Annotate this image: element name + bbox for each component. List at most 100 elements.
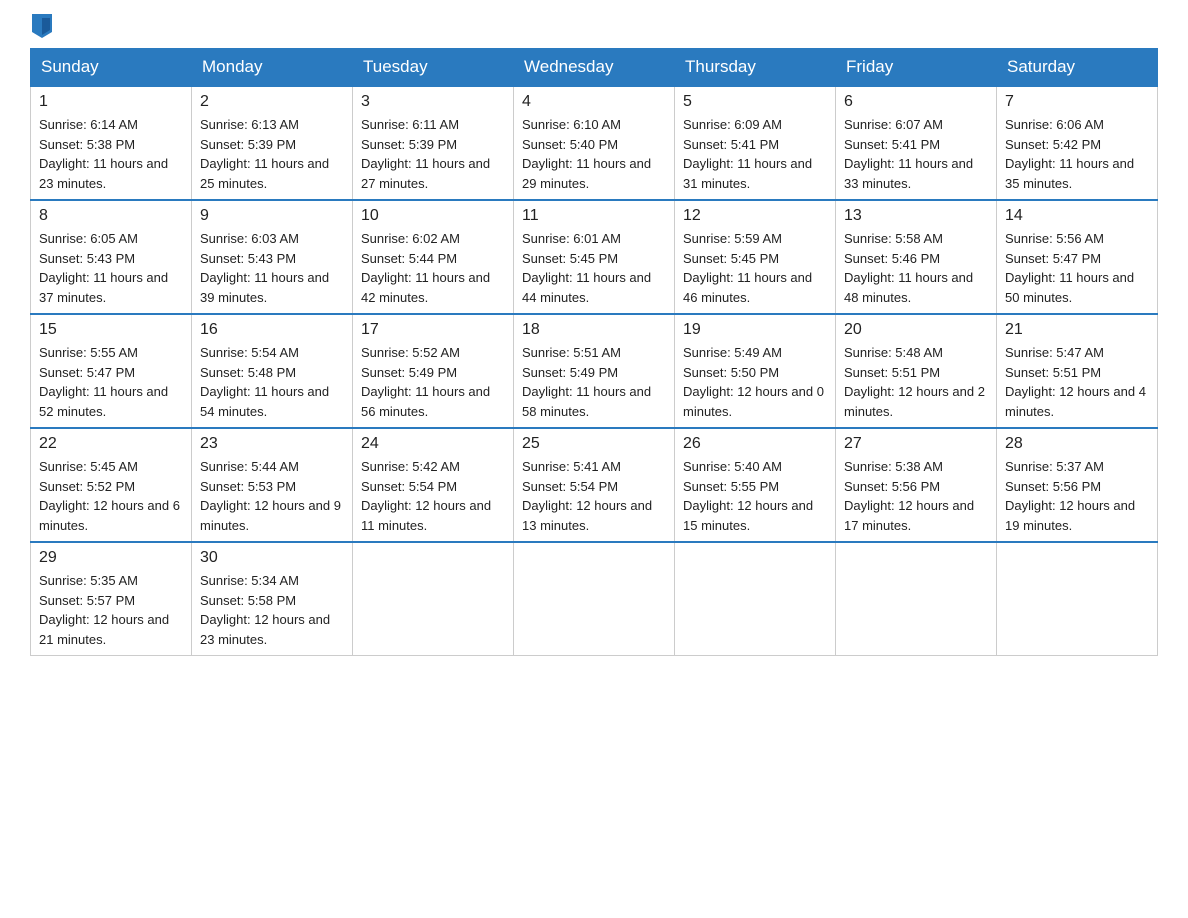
day-info: Sunrise: 6:06 AM Sunset: 5:42 PM Dayligh…	[1005, 115, 1149, 193]
calendar-cell: 24 Sunrise: 5:42 AM Sunset: 5:54 PM Dayl…	[353, 428, 514, 542]
day-number: 25	[522, 435, 666, 453]
day-number: 1	[39, 93, 183, 111]
calendar-cell: 3 Sunrise: 6:11 AM Sunset: 5:39 PM Dayli…	[353, 86, 514, 200]
calendar-cell	[514, 542, 675, 656]
calendar-cell: 28 Sunrise: 5:37 AM Sunset: 5:56 PM Dayl…	[997, 428, 1158, 542]
calendar-cell: 14 Sunrise: 5:56 AM Sunset: 5:47 PM Dayl…	[997, 200, 1158, 314]
calendar-cell: 2 Sunrise: 6:13 AM Sunset: 5:39 PM Dayli…	[192, 86, 353, 200]
day-number: 8	[39, 207, 183, 225]
calendar-week-row: 22 Sunrise: 5:45 AM Sunset: 5:52 PM Dayl…	[31, 428, 1158, 542]
calendar-header-row: SundayMondayTuesdayWednesdayThursdayFrid…	[31, 49, 1158, 87]
day-info: Sunrise: 5:38 AM Sunset: 5:56 PM Dayligh…	[844, 457, 988, 535]
calendar-cell	[997, 542, 1158, 656]
calendar-cell: 7 Sunrise: 6:06 AM Sunset: 5:42 PM Dayli…	[997, 86, 1158, 200]
calendar-cell: 18 Sunrise: 5:51 AM Sunset: 5:49 PM Dayl…	[514, 314, 675, 428]
day-info: Sunrise: 5:51 AM Sunset: 5:49 PM Dayligh…	[522, 343, 666, 421]
calendar-cell: 4 Sunrise: 6:10 AM Sunset: 5:40 PM Dayli…	[514, 86, 675, 200]
weekday-header-sunday: Sunday	[31, 49, 192, 87]
day-number: 3	[361, 93, 505, 111]
day-info: Sunrise: 5:55 AM Sunset: 5:47 PM Dayligh…	[39, 343, 183, 421]
day-info: Sunrise: 6:03 AM Sunset: 5:43 PM Dayligh…	[200, 229, 344, 307]
calendar-cell: 15 Sunrise: 5:55 AM Sunset: 5:47 PM Dayl…	[31, 314, 192, 428]
calendar-cell: 10 Sunrise: 6:02 AM Sunset: 5:44 PM Dayl…	[353, 200, 514, 314]
day-number: 21	[1005, 321, 1149, 339]
calendar-cell: 13 Sunrise: 5:58 AM Sunset: 5:46 PM Dayl…	[836, 200, 997, 314]
calendar-week-row: 29 Sunrise: 5:35 AM Sunset: 5:57 PM Dayl…	[31, 542, 1158, 656]
day-info: Sunrise: 5:48 AM Sunset: 5:51 PM Dayligh…	[844, 343, 988, 421]
day-info: Sunrise: 5:56 AM Sunset: 5:47 PM Dayligh…	[1005, 229, 1149, 307]
day-number: 15	[39, 321, 183, 339]
calendar-cell: 29 Sunrise: 5:35 AM Sunset: 5:57 PM Dayl…	[31, 542, 192, 656]
weekday-header-wednesday: Wednesday	[514, 49, 675, 87]
calendar-cell	[675, 542, 836, 656]
calendar-cell: 26 Sunrise: 5:40 AM Sunset: 5:55 PM Dayl…	[675, 428, 836, 542]
day-info: Sunrise: 5:59 AM Sunset: 5:45 PM Dayligh…	[683, 229, 827, 307]
day-info: Sunrise: 5:54 AM Sunset: 5:48 PM Dayligh…	[200, 343, 344, 421]
day-info: Sunrise: 5:49 AM Sunset: 5:50 PM Dayligh…	[683, 343, 827, 421]
day-info: Sunrise: 5:37 AM Sunset: 5:56 PM Dayligh…	[1005, 457, 1149, 535]
day-number: 22	[39, 435, 183, 453]
day-number: 7	[1005, 93, 1149, 111]
page-header	[30, 20, 1158, 38]
logo	[30, 20, 52, 38]
calendar-cell: 21 Sunrise: 5:47 AM Sunset: 5:51 PM Dayl…	[997, 314, 1158, 428]
day-number: 19	[683, 321, 827, 339]
calendar-cell: 17 Sunrise: 5:52 AM Sunset: 5:49 PM Dayl…	[353, 314, 514, 428]
calendar-cell: 5 Sunrise: 6:09 AM Sunset: 5:41 PM Dayli…	[675, 86, 836, 200]
calendar-cell	[836, 542, 997, 656]
day-number: 16	[200, 321, 344, 339]
calendar-cell: 22 Sunrise: 5:45 AM Sunset: 5:52 PM Dayl…	[31, 428, 192, 542]
day-number: 12	[683, 207, 827, 225]
calendar-cell: 9 Sunrise: 6:03 AM Sunset: 5:43 PM Dayli…	[192, 200, 353, 314]
day-info: Sunrise: 5:47 AM Sunset: 5:51 PM Dayligh…	[1005, 343, 1149, 421]
calendar-cell: 12 Sunrise: 5:59 AM Sunset: 5:45 PM Dayl…	[675, 200, 836, 314]
day-info: Sunrise: 5:35 AM Sunset: 5:57 PM Dayligh…	[39, 571, 183, 649]
calendar-cell: 30 Sunrise: 5:34 AM Sunset: 5:58 PM Dayl…	[192, 542, 353, 656]
calendar-cell: 16 Sunrise: 5:54 AM Sunset: 5:48 PM Dayl…	[192, 314, 353, 428]
day-info: Sunrise: 6:13 AM Sunset: 5:39 PM Dayligh…	[200, 115, 344, 193]
day-number: 30	[200, 549, 344, 567]
day-info: Sunrise: 5:34 AM Sunset: 5:58 PM Dayligh…	[200, 571, 344, 649]
day-number: 23	[200, 435, 344, 453]
day-number: 26	[683, 435, 827, 453]
day-number: 29	[39, 549, 183, 567]
calendar-cell: 8 Sunrise: 6:05 AM Sunset: 5:43 PM Dayli…	[31, 200, 192, 314]
calendar-cell: 23 Sunrise: 5:44 AM Sunset: 5:53 PM Dayl…	[192, 428, 353, 542]
day-info: Sunrise: 6:09 AM Sunset: 5:41 PM Dayligh…	[683, 115, 827, 193]
day-info: Sunrise: 6:07 AM Sunset: 5:41 PM Dayligh…	[844, 115, 988, 193]
day-number: 9	[200, 207, 344, 225]
calendar-cell: 25 Sunrise: 5:41 AM Sunset: 5:54 PM Dayl…	[514, 428, 675, 542]
day-info: Sunrise: 5:44 AM Sunset: 5:53 PM Dayligh…	[200, 457, 344, 535]
day-number: 27	[844, 435, 988, 453]
calendar-cell: 6 Sunrise: 6:07 AM Sunset: 5:41 PM Dayli…	[836, 86, 997, 200]
day-info: Sunrise: 6:05 AM Sunset: 5:43 PM Dayligh…	[39, 229, 183, 307]
day-info: Sunrise: 5:40 AM Sunset: 5:55 PM Dayligh…	[683, 457, 827, 535]
day-info: Sunrise: 5:45 AM Sunset: 5:52 PM Dayligh…	[39, 457, 183, 535]
weekday-header-saturday: Saturday	[997, 49, 1158, 87]
weekday-header-tuesday: Tuesday	[353, 49, 514, 87]
day-number: 11	[522, 207, 666, 225]
calendar-cell: 19 Sunrise: 5:49 AM Sunset: 5:50 PM Dayl…	[675, 314, 836, 428]
day-number: 18	[522, 321, 666, 339]
day-number: 20	[844, 321, 988, 339]
weekday-header-friday: Friday	[836, 49, 997, 87]
day-info: Sunrise: 6:01 AM Sunset: 5:45 PM Dayligh…	[522, 229, 666, 307]
calendar-week-row: 8 Sunrise: 6:05 AM Sunset: 5:43 PM Dayli…	[31, 200, 1158, 314]
calendar-cell: 20 Sunrise: 5:48 AM Sunset: 5:51 PM Dayl…	[836, 314, 997, 428]
day-number: 14	[1005, 207, 1149, 225]
day-info: Sunrise: 5:58 AM Sunset: 5:46 PM Dayligh…	[844, 229, 988, 307]
day-number: 5	[683, 93, 827, 111]
day-info: Sunrise: 5:52 AM Sunset: 5:49 PM Dayligh…	[361, 343, 505, 421]
calendar-cell: 27 Sunrise: 5:38 AM Sunset: 5:56 PM Dayl…	[836, 428, 997, 542]
calendar-table: SundayMondayTuesdayWednesdayThursdayFrid…	[30, 48, 1158, 656]
day-number: 10	[361, 207, 505, 225]
calendar-cell: 1 Sunrise: 6:14 AM Sunset: 5:38 PM Dayli…	[31, 86, 192, 200]
day-number: 17	[361, 321, 505, 339]
weekday-header-thursday: Thursday	[675, 49, 836, 87]
day-info: Sunrise: 6:11 AM Sunset: 5:39 PM Dayligh…	[361, 115, 505, 193]
day-number: 2	[200, 93, 344, 111]
calendar-cell	[353, 542, 514, 656]
calendar-week-row: 1 Sunrise: 6:14 AM Sunset: 5:38 PM Dayli…	[31, 86, 1158, 200]
day-number: 13	[844, 207, 988, 225]
day-number: 4	[522, 93, 666, 111]
